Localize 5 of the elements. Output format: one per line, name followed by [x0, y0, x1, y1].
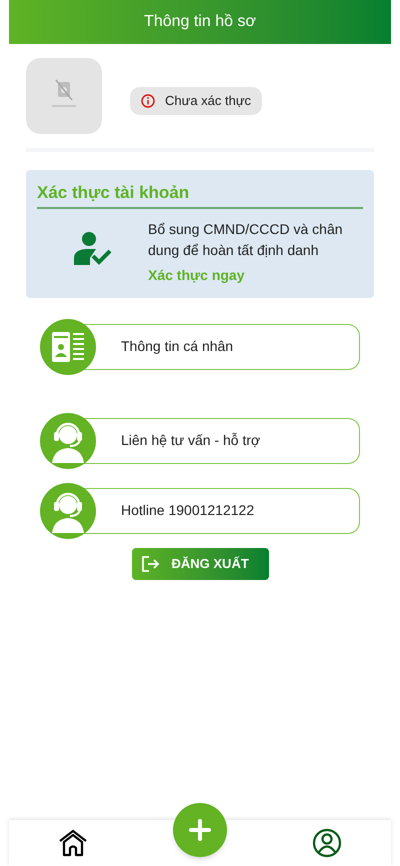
verify-title: Xác thực tài khoản	[37, 180, 363, 208]
status-label: Chưa xác thực	[165, 92, 252, 110]
header-title: Thông tin hồ sơ	[144, 12, 256, 32]
logout-button[interactable]: ĐĂNG XUẤT	[132, 548, 268, 580]
verify-description: Bổ sung CMND/CCCD và chân dung để hoàn tất định danh	[148, 220, 344, 260]
